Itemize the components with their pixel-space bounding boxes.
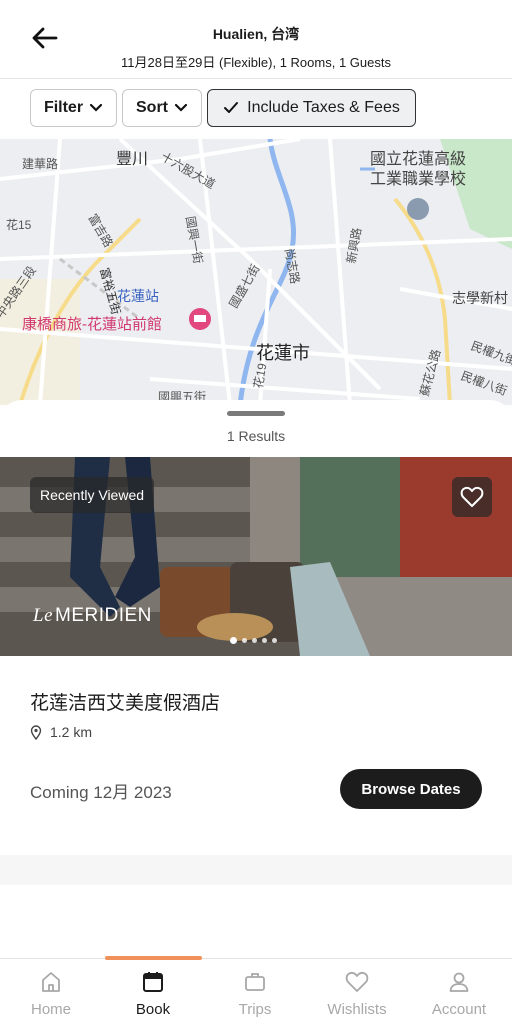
filter-label: Filter <box>43 99 84 116</box>
sort-button[interactable]: Sort <box>122 89 202 127</box>
location-pin-icon <box>30 724 42 740</box>
carousel-dot[interactable] <box>252 638 257 643</box>
map-label: 花15 <box>6 217 32 232</box>
tab-book[interactable]: Book <box>102 959 204 1025</box>
filter-bar: Filter Sort Include Taxes & Fees <box>0 79 512 139</box>
opening-status: Coming 12月 2023 <box>30 783 172 802</box>
include-taxes-label: Include Taxes & Fees <box>247 99 400 116</box>
hotel-photo-carousel[interactable]: Recently Viewed Le MERIDIEN <box>0 457 512 656</box>
browse-dates-button[interactable]: Browse Dates <box>340 769 482 809</box>
map-label: 國立花蓮高級 <box>370 150 466 168</box>
home-icon <box>42 972 60 992</box>
destination-title[interactable]: Hualien, 台湾 <box>0 24 512 44</box>
filter-button[interactable]: Filter <box>30 89 117 127</box>
map-canvas: 建華路 豐川 十六股大道 國立花蓮高級 工業職業學校 花15 富吉路 國興一街 … <box>0 139 512 405</box>
chevron-down-icon <box>174 103 188 112</box>
tab-trips[interactable]: Trips <box>204 959 306 1025</box>
person-icon <box>449 972 469 992</box>
section-divider <box>0 855 512 885</box>
map-label: 建華路 <box>22 156 58 171</box>
school-pin-icon <box>407 198 429 220</box>
wishlist-button[interactable] <box>452 477 492 517</box>
map-view[interactable]: 建華路 豐川 十六股大道 國立花蓮高級 工業職業學校 花15 富吉路 國興一街 … <box>0 139 512 405</box>
map-label: 豐川 <box>116 150 148 168</box>
brand-logo: Le MERIDIEN <box>33 605 152 627</box>
brand-prefix: Le <box>33 605 53 626</box>
tab-home[interactable]: Home <box>0 959 102 1025</box>
heart-icon <box>345 971 369 992</box>
carousel-dot-active[interactable] <box>230 637 237 644</box>
heart-icon <box>460 486 484 507</box>
suitcase-icon <box>245 973 265 991</box>
search-header: Hualien, 台湾 11月28日至29日 (Flexible), 1 Roo… <box>0 0 512 79</box>
calendar-icon <box>143 972 163 992</box>
tab-label: Wishlists <box>327 1001 387 1018</box>
hotel-distance: 1.2 km <box>30 724 92 740</box>
tab-label: Book <box>135 1001 171 1018</box>
carousel-dot[interactable] <box>262 638 267 643</box>
carousel-dot[interactable] <box>272 638 277 643</box>
results-count: 1 Results <box>226 428 286 444</box>
chevron-down-icon <box>89 103 103 112</box>
include-taxes-toggle[interactable]: Include Taxes & Fees <box>207 89 416 127</box>
map-label: 花蓮站 <box>117 288 159 304</box>
sort-label: Sort <box>136 99 168 116</box>
map-label: 工業職業學校 <box>370 170 466 188</box>
bed-icon <box>194 315 206 322</box>
carousel-dots <box>230 637 277 644</box>
brand-name: MERIDIEN <box>55 605 152 626</box>
sheet-drag-handle[interactable] <box>227 411 285 416</box>
tab-label: Account <box>431 1001 487 1018</box>
tab-wishlists[interactable]: Wishlists <box>306 959 408 1025</box>
distance-value: 1.2 km <box>50 724 93 740</box>
tab-label: Trips <box>238 1001 272 1018</box>
search-summary[interactable]: 11月28日至29日 (Flexible), 1 Rooms, 1 Guests <box>0 52 512 71</box>
bottom-tab-bar: Home Book Trips Wishlists Account <box>0 956 512 1025</box>
carousel-dot[interactable] <box>242 638 247 643</box>
tab-account[interactable]: Account <box>408 959 510 1025</box>
map-label: 花蓮市 <box>256 343 310 363</box>
map-label: 康橋商旅-花蓮站前館 <box>22 316 162 333</box>
map-label: 志學新村 <box>452 290 508 306</box>
hotel-name[interactable]: 花莲洁西艾美度假酒店 <box>30 688 220 715</box>
recently-viewed-badge: Recently Viewed <box>30 477 155 513</box>
tab-label: Home <box>30 1001 71 1018</box>
checkmark-icon <box>224 102 239 113</box>
